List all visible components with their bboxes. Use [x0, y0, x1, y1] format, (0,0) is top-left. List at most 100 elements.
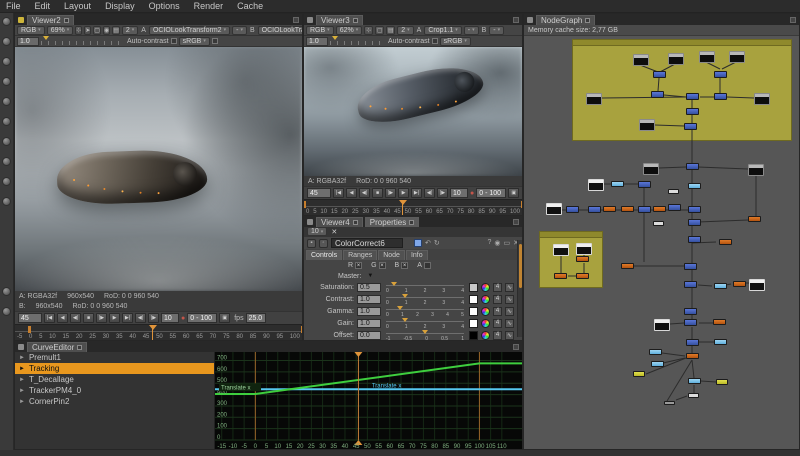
panel-float-icon[interactable] — [293, 17, 299, 23]
expand-arrow-icon[interactable]: ► — [19, 366, 25, 372]
frame-range-field[interactable] — [187, 313, 217, 323]
split-channels-button[interactable]: 4 — [493, 295, 502, 304]
tool-icon-2[interactable] — [2, 37, 11, 46]
color-swatch[interactable] — [469, 283, 478, 292]
channels-dropdown[interactable]: RGB▾ — [17, 26, 45, 35]
node-name-field[interactable] — [331, 238, 403, 248]
channels-dropdown[interactable]: RGB▾ — [306, 26, 334, 35]
node-tab-controls[interactable]: Controls — [306, 250, 342, 260]
transform-node-16[interactable] — [686, 163, 699, 170]
viewer-lut-dropdown[interactable]: sRGB▾ — [179, 37, 210, 46]
node-color-icon[interactable]: ▪ — [307, 239, 316, 248]
grade-node-40[interactable] — [554, 273, 567, 279]
tab-menu-icon[interactable] — [353, 220, 358, 225]
transform-node-10[interactable] — [714, 93, 727, 100]
stop-button[interactable]: ■ — [83, 313, 94, 323]
proxy-icon[interactable]: ⊹ — [364, 26, 373, 35]
grade-node-55[interactable] — [686, 353, 699, 359]
a-input-dropdown[interactable]: Crop1.1▾ — [424, 26, 461, 35]
transform-node-33[interactable] — [688, 219, 701, 226]
prev-keyframe-button[interactable]: ◀ — [346, 188, 357, 198]
close-all-icon[interactable]: ✕ — [331, 228, 337, 236]
menu-file[interactable]: File — [6, 0, 21, 13]
transform-node-25[interactable] — [588, 206, 601, 213]
wipe-dropdown[interactable]: -▾ — [232, 26, 247, 35]
playhead[interactable] — [152, 325, 153, 340]
playhead[interactable] — [402, 200, 403, 215]
tool-icon-11[interactable] — [2, 287, 11, 296]
menu-options[interactable]: Options — [149, 0, 180, 13]
expand-arrow-icon[interactable]: ► — [19, 355, 25, 361]
grade-node-39[interactable] — [576, 256, 589, 262]
input-number-dropdown[interactable]: 2▾ — [397, 26, 413, 35]
tab-viewer2[interactable]: Viewer2 — [27, 15, 74, 25]
merge-node-19[interactable] — [611, 181, 624, 187]
node-tab-info[interactable]: Info — [406, 250, 428, 260]
layers-icon[interactable]: ▤ — [386, 26, 395, 35]
zoom-dropdown[interactable]: 62%▾ — [336, 26, 363, 35]
skip-forward-button[interactable]: |▶ — [148, 313, 159, 323]
tab-viewer4[interactable]: Viewer4 — [316, 217, 363, 227]
gain-slider[interactable] — [330, 37, 386, 45]
read-node-3[interactable] — [699, 51, 715, 63]
curve-list-item-premult1[interactable]: ►Premult1 — [15, 352, 214, 363]
color-swatch[interactable] — [469, 319, 478, 328]
gain-field[interactable] — [17, 37, 39, 46]
expand-arrow-icon[interactable]: ► — [19, 399, 25, 405]
range-in-marker[interactable] — [304, 201, 306, 208]
merge-node-21[interactable] — [688, 183, 701, 189]
gain-caret[interactable] — [332, 36, 338, 40]
gain-field[interactable] — [306, 37, 328, 46]
split-channels-button[interactable]: 4 — [493, 283, 502, 292]
read-node-23[interactable] — [546, 203, 562, 215]
gain-slider[interactable] — [41, 37, 125, 45]
tool-icon-3[interactable] — [2, 57, 11, 66]
merge-node-58[interactable] — [688, 378, 701, 384]
animation-menu-icon[interactable]: ∿ — [505, 307, 514, 316]
color-swatch[interactable] — [469, 307, 478, 316]
transform-node-31[interactable] — [688, 206, 701, 213]
grade-node-51[interactable] — [713, 319, 726, 325]
step-forward-button[interactable]: |▶ — [385, 188, 396, 198]
transform-node-49[interactable] — [684, 319, 697, 326]
read-node-18[interactable] — [588, 179, 604, 191]
viewer-node-59[interactable] — [716, 379, 728, 385]
transform-node-52[interactable] — [686, 339, 699, 346]
skip-forward-button[interactable]: |▶ — [437, 188, 448, 198]
revert-icon[interactable]: ↶ — [425, 239, 431, 247]
curve-list-item-trackerpm4_0[interactable]: ►TrackerPM4_0 — [15, 385, 214, 396]
input-number-dropdown[interactable]: 2▾ — [122, 26, 138, 35]
tab-viewer3[interactable]: Viewer3 — [316, 15, 363, 25]
read-node-2[interactable] — [668, 53, 684, 65]
tool-icon-8[interactable] — [2, 157, 11, 166]
color-swatch[interactable] — [469, 295, 478, 304]
center-node-icon[interactable]: ◦ — [319, 239, 328, 248]
auto-contrast-checkbox[interactable] — [432, 38, 438, 44]
menu-layout[interactable]: Layout — [64, 0, 91, 13]
slider-track[interactable]: 01234 — [384, 282, 466, 293]
slider-track[interactable]: 01234 — [384, 294, 466, 305]
transform-node-28[interactable] — [638, 206, 651, 213]
skip-back-button[interactable]: ◀| — [135, 313, 146, 323]
color-wheel-icon[interactable] — [481, 295, 490, 304]
node-tab-ranges[interactable]: Ranges — [343, 250, 377, 260]
lock-icon[interactable]: ◉ — [494, 239, 500, 247]
tab-properties[interactable]: Properties — [365, 217, 419, 227]
range-out-marker[interactable] — [301, 326, 302, 333]
read-node-17[interactable] — [748, 164, 764, 176]
a-input-dropdown[interactable]: OCIOLookTransform2▾ — [149, 26, 230, 35]
layers-icon[interactable]: ▤ — [112, 26, 120, 35]
tab-curve-editor[interactable]: CurveEditor — [27, 342, 87, 352]
tool-icon-5[interactable] — [2, 97, 11, 106]
tool-icon-4[interactable] — [2, 77, 11, 86]
float-icon[interactable]: ▭ — [504, 239, 511, 247]
viewer2-image[interactable] — [15, 47, 302, 291]
color-wheel-icon[interactable] — [481, 307, 490, 316]
expand-arrow-icon[interactable]: ► — [19, 388, 25, 394]
transform-node-8[interactable] — [651, 91, 664, 98]
read-node-47[interactable] — [749, 279, 765, 291]
read-node-13[interactable] — [639, 119, 655, 131]
read-node-7[interactable] — [586, 93, 602, 105]
transform-node-48[interactable] — [684, 308, 697, 315]
dot-node-22[interactable] — [668, 189, 679, 194]
